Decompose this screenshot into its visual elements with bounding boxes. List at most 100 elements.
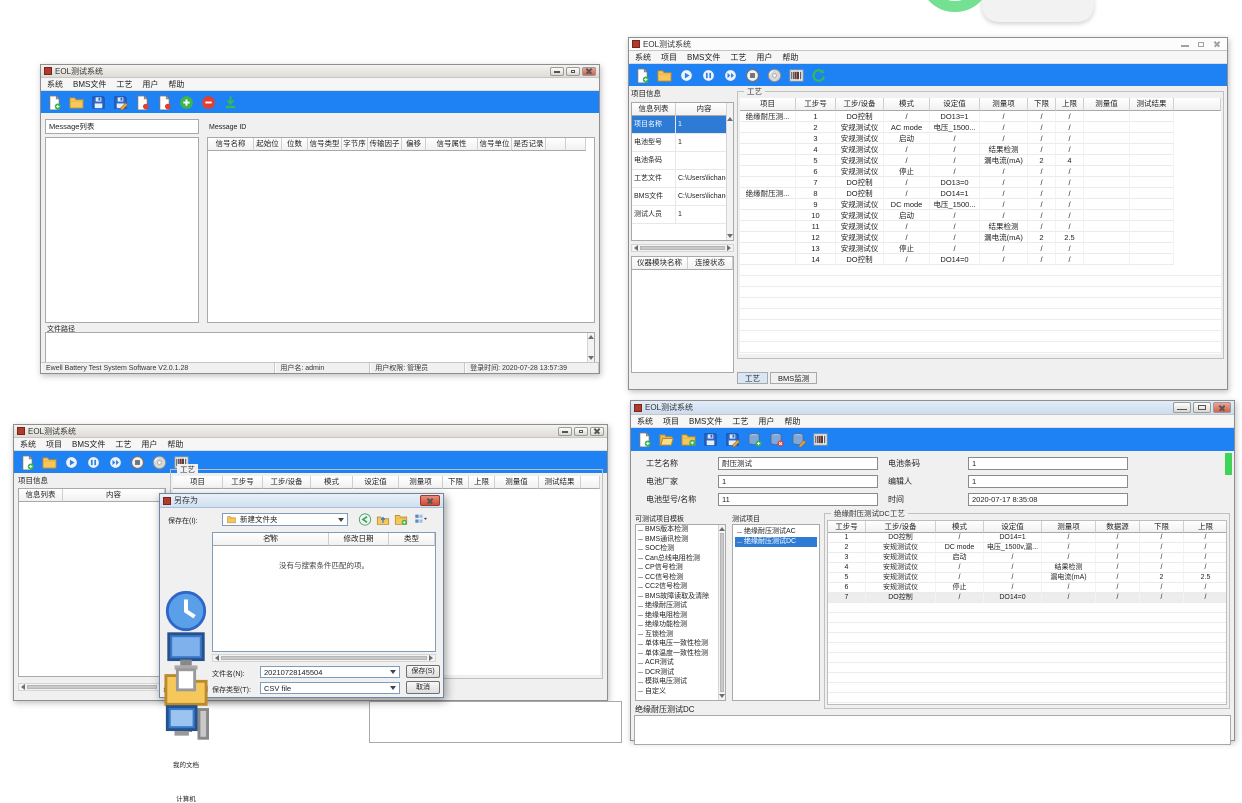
start-icon[interactable] — [679, 68, 694, 83]
barcode-icon[interactable] — [813, 432, 828, 447]
list-item[interactable]: 绝缘耐压测试DC — [735, 537, 817, 547]
scroll-up-icon[interactable] — [727, 117, 733, 121]
minimize-button[interactable] — [550, 67, 564, 76]
tree-item[interactable]: 绝缘电阻检测 — [636, 611, 717, 621]
table-row[interactable]: 绝缘耐压测...1DO控制/DO13=1/// — [740, 111, 1221, 122]
open-folder-icon[interactable] — [659, 432, 674, 447]
start-icon[interactable] — [64, 455, 79, 470]
scroll-left-icon[interactable] — [634, 245, 638, 251]
title-bar[interactable]: EOL测试系统 — [14, 425, 607, 438]
tree-item[interactable]: 单体电压一致性检测 — [636, 639, 717, 649]
scroll-thumb[interactable] — [640, 246, 725, 250]
tree-item[interactable]: Can总线电阻检测 — [636, 554, 717, 564]
info-row[interactable]: 测试人员 1 — [632, 206, 733, 224]
menu-item[interactable]: 帮助 — [782, 52, 798, 63]
battery-barcode-input[interactable]: 1 — [968, 457, 1128, 470]
column-header[interactable]: 下限 — [443, 476, 469, 489]
save-button[interactable]: 保存(S) — [406, 665, 440, 678]
column-header[interactable]: 传输因子 — [368, 138, 402, 151]
table-row[interactable]: 3安规测试仪启动///// — [828, 553, 1226, 563]
column-header[interactable]: 测量值 — [495, 476, 539, 489]
menu-item[interactable]: 帮助 — [168, 79, 184, 90]
menu-item[interactable]: 项目 — [663, 416, 679, 427]
column-header[interactable]: 信息列表 — [632, 103, 676, 116]
column-header[interactable]: 工步/设备 — [263, 476, 311, 489]
column-header[interactable]: 下限 — [1140, 521, 1184, 533]
battery-model-input[interactable]: 11 — [718, 493, 878, 506]
scroll-thumb[interactable] — [221, 656, 427, 660]
menu-item[interactable]: 用户 — [758, 416, 774, 427]
menu-item[interactable]: BMS文件 — [689, 416, 722, 427]
menu-item[interactable]: 项目 — [661, 52, 677, 63]
scroll-right-icon[interactable] — [727, 245, 731, 251]
tree-item[interactable]: BMS故障读取及清除 — [636, 592, 717, 602]
minimize-button[interactable] — [1178, 40, 1192, 49]
tree-item[interactable]: ACR测试 — [636, 658, 717, 668]
column-header[interactable]: 上限 — [1184, 521, 1227, 533]
column-header[interactable]: 上限 — [469, 476, 495, 489]
table-row[interactable]: 2安规测试仪DC mode电压_1500v,漏...//// — [828, 543, 1226, 553]
column-header[interactable]: 设定值 — [930, 98, 980, 111]
tab[interactable]: 工艺 — [737, 372, 768, 384]
tree-item[interactable]: BMS通讯检测 — [636, 535, 717, 545]
table-row[interactable]: 7DO控制/DO14=0//// — [828, 593, 1226, 603]
column-header[interactable]: 数据源 — [1096, 521, 1140, 533]
menu-item[interactable]: 系统 — [20, 439, 36, 450]
menu-item[interactable]: BMS文件 — [73, 79, 106, 90]
table-row[interactable]: 6安规测试仪停止///// — [828, 583, 1226, 593]
tree-item[interactable]: SOC检测 — [636, 544, 717, 554]
table-row[interactable]: 12安规测试仪//漏电流(mA)22.5 — [740, 232, 1221, 243]
tree-item[interactable]: 互锁检测 — [636, 630, 717, 640]
tab[interactable]: BMS监测 — [770, 372, 817, 384]
column-header[interactable] — [566, 138, 586, 151]
column-header[interactable]: 测试结果 — [539, 476, 581, 489]
info-row[interactable]: 工艺文件 C:\Users\lichangjiang\Desktop\ — [632, 170, 733, 188]
import-doc-icon[interactable] — [135, 95, 150, 110]
db-edit-icon[interactable] — [791, 432, 806, 447]
column-header-type[interactable]: 类型 — [389, 533, 435, 546]
menu-item[interactable]: 系统 — [47, 79, 63, 90]
tree-item[interactable]: CP信号检测 — [636, 563, 717, 573]
column-header[interactable]: 测量项 — [1042, 521, 1096, 533]
column-header[interactable]: 信号属性 — [426, 138, 478, 151]
info-row[interactable]: 电池条码 — [632, 152, 733, 170]
editor-input[interactable]: 1 — [968, 475, 1128, 488]
title-bar[interactable]: EOL测试系统 — [631, 401, 1234, 415]
column-header[interactable]: 信号名称 — [208, 138, 254, 151]
filetype-combobox[interactable]: CSV file — [260, 682, 400, 694]
menu-item[interactable]: BMS文件 — [72, 439, 105, 450]
info-row[interactable]: 项目名称 1 — [632, 116, 733, 134]
process-name-input[interactable]: 耐压测试 — [718, 457, 878, 470]
new-file-icon[interactable] — [47, 95, 62, 110]
pause-icon[interactable] — [86, 455, 101, 470]
disc-icon[interactable] — [767, 68, 782, 83]
column-header[interactable]: 设定值 — [353, 476, 399, 489]
column-header[interactable]: 仪器模块名称 — [632, 257, 688, 270]
info-row[interactable]: BMS文件 C:\Users\lichangjiang\Desktop\ — [632, 188, 733, 206]
close-button[interactable] — [582, 67, 596, 76]
table-row[interactable]: 绝缘耐压测...8DO控制/DO14=1/// — [740, 188, 1221, 199]
save-as-icon[interactable] — [113, 95, 128, 110]
up-folder-icon[interactable] — [376, 513, 390, 526]
save-as-icon[interactable] — [725, 432, 740, 447]
column-header[interactable] — [1174, 98, 1221, 111]
db-add-icon[interactable] — [747, 432, 762, 447]
column-header[interactable]: 测量项 — [399, 476, 443, 489]
column-header[interactable]: 起始位 — [254, 138, 282, 151]
new-file-icon[interactable] — [637, 432, 652, 447]
column-header[interactable]: 测试结果 — [1130, 98, 1174, 111]
column-header-date[interactable]: 修改日期 — [329, 533, 389, 546]
log-output-box[interactable] — [45, 332, 595, 363]
db-delete-icon[interactable] — [769, 432, 784, 447]
maximize-button[interactable] — [574, 427, 588, 436]
info-hscrollbar[interactable] — [631, 244, 734, 252]
table-row[interactable]: 9安规测试仪DC mode电压_1500.../// — [740, 199, 1221, 210]
table-row[interactable]: 13安规测试仪停止//// — [740, 243, 1221, 254]
pause-icon[interactable] — [701, 68, 716, 83]
list-item[interactable]: 绝缘耐压测试AC — [735, 527, 817, 537]
close-button[interactable] — [1210, 40, 1224, 49]
table-row[interactable]: 4安规测试仪//结果检测// — [740, 144, 1221, 155]
tree-scrollbar[interactable] — [718, 525, 725, 700]
menu-item[interactable]: 项目 — [46, 439, 62, 450]
stop-icon[interactable] — [745, 68, 760, 83]
